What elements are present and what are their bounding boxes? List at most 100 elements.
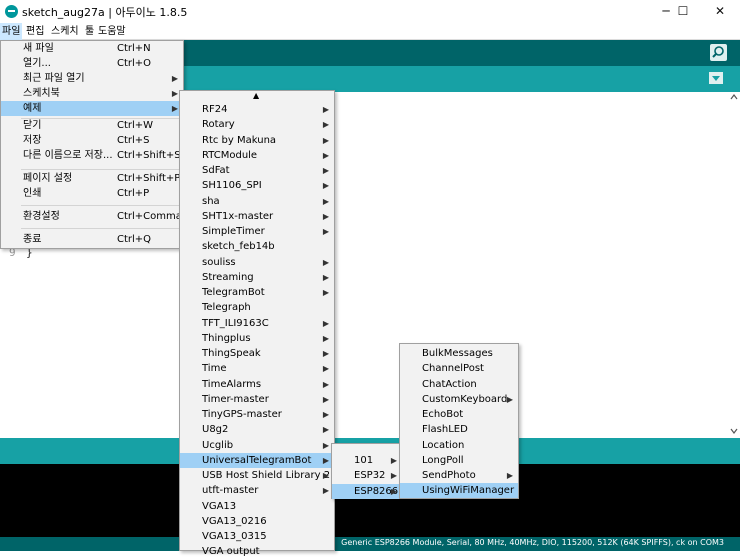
file-menu-item[interactable]: 닫기 Ctrl+W <box>1 118 183 133</box>
examples-menu-item[interactable]: RF24 ▶ <box>180 102 334 117</box>
submenu-arrow-icon: ▶ <box>322 120 329 130</box>
menu-item-label: VGA13 <box>202 500 237 512</box>
esp8266-menu-item[interactable]: LongPoll <box>400 453 518 468</box>
esp8266-menu-item[interactable]: Location <box>400 438 518 453</box>
examples-menu-item[interactable]: utft-master ▶ <box>180 483 334 498</box>
examples-menu-item[interactable]: VGA13 <box>180 499 334 514</box>
examples-menu-item[interactable]: ThingSpeak ▶ <box>180 346 334 361</box>
submenu-arrow-icon: ▶ <box>322 394 329 404</box>
examples-menu-item[interactable]: Ucglib ▶ <box>180 438 334 453</box>
examples-menu-item[interactable]: SdFat ▶ <box>180 163 334 178</box>
examples-menu-item[interactable]: U8g2 ▶ <box>180 422 334 437</box>
utb-menu-item[interactable]: ESP8266 ▶ <box>332 483 402 499</box>
menu-item-label: TelegramBot <box>202 287 265 298</box>
menu-item-label: 페이지 설정 <box>23 173 73 184</box>
esp8266-menu-item[interactable]: ChannelPost <box>400 361 518 376</box>
menu-item-label: 스케치북 <box>23 88 60 99</box>
examples-menu-item[interactable]: UniversalTelegramBot ▶ <box>180 452 334 468</box>
menu-item-label: 다른 이름으로 저장... <box>23 150 113 161</box>
menu-file[interactable]: 파일 <box>0 23 23 40</box>
file-menu-item[interactable]: 페이지 설정 Ctrl+Shift+P <box>1 171 183 186</box>
menu-item-label: souliss <box>202 256 236 268</box>
menu-item-label: 인쇄 <box>23 188 42 199</box>
file-menu-item[interactable]: 종료 Ctrl+Q <box>1 232 183 247</box>
menu-item-label: RTCModule <box>202 149 258 161</box>
examples-menu-item[interactable]: souliss ▶ <box>180 255 334 270</box>
close-button[interactable]: ✕ <box>702 0 738 23</box>
menu-edit[interactable]: 편집 <box>24 23 46 40</box>
examples-menu-item[interactable]: Timer-master ▶ <box>180 392 334 407</box>
serial-monitor-button[interactable] <box>710 44 727 61</box>
menu-item-label: sha <box>202 195 220 207</box>
scroll-up-arrow-icon[interactable]: ▲ <box>253 91 259 100</box>
examples-menu-item[interactable]: TelegramBot ▶ <box>180 285 334 300</box>
esp8266-menu-item[interactable]: EchoBot <box>400 407 518 422</box>
menu-item-label: TimeAlarms <box>202 378 262 390</box>
status-footer: Generic ESP8266 Module, Serial, 80 MHz, … <box>0 537 740 551</box>
submenu-arrow-icon: ▶ <box>171 89 178 98</box>
menu-item-label: 저장 <box>23 135 42 146</box>
menu-item-shortcut: Ctrl+P <box>117 188 150 199</box>
esp8266-menu-item[interactable]: ChatAction <box>400 377 518 392</box>
universaltelegrambot-submenu: 101 ▶ ESP32 ▶ ESP8266 ▶ <box>331 443 403 499</box>
examples-menu-item[interactable]: USB Host Shield Library 2.0 ▶ <box>180 468 340 483</box>
menu-item-shortcut: Ctrl+Comma <box>117 211 182 222</box>
examples-menu-item[interactable]: TFT_ILI9163C ▶ <box>180 316 334 331</box>
maximize-button[interactable]: ☐ <box>665 0 701 23</box>
menu-sketch[interactable]: 스케치 <box>49 23 81 40</box>
esp8266-submenu: BulkMessages ChannelPost ChatAction CustomK… <box>399 343 519 499</box>
examples-menu-item[interactable]: Thingplus ▶ <box>180 331 334 346</box>
menu-item-label: SdFat <box>202 165 230 176</box>
submenu-arrow-icon: ▶ <box>322 379 329 389</box>
examples-menu-item[interactable]: sketch_feb14b <box>180 239 334 254</box>
examples-menu-item[interactable]: Rotary ▶ <box>180 117 334 132</box>
submenu-arrow-icon: ▶ <box>322 440 329 450</box>
examples-menu-item[interactable]: VGA13_0315 <box>180 529 334 544</box>
examples-menu-item[interactable]: TimeAlarms ▶ <box>180 377 334 392</box>
examples-menu-item[interactable]: RTCModule ▶ <box>180 148 334 163</box>
examples-menu-item[interactable]: SH1106_SPI ▶ <box>180 178 334 193</box>
file-menu-item[interactable]: 열기... Ctrl+O <box>1 56 183 71</box>
examples-menu-item[interactable]: Streaming ▶ <box>180 270 334 285</box>
file-menu-item[interactable]: 환경설정 Ctrl+Comma <box>1 209 183 224</box>
file-menu-item[interactable]: 다른 이름으로 저장... Ctrl+Shift+S <box>1 148 183 163</box>
esp8266-menu-item[interactable]: BulkMessages <box>400 346 518 361</box>
examples-menu-item[interactable]: SimpleTimer ▶ <box>180 224 334 239</box>
file-menu-item[interactable]: 새 파일 Ctrl+N <box>1 41 183 56</box>
submenu-arrow-icon: ▶ <box>171 104 178 113</box>
menu-item-label: UniversalTelegramBot <box>202 454 312 466</box>
esp8266-menu-item[interactable]: CustomKeyboard ▶ <box>400 392 518 407</box>
examples-menu-item[interactable]: Rtc by Makuna ▶ <box>180 133 334 148</box>
menu-item-label: Ucglib <box>202 439 234 451</box>
examples-menu-item[interactable]: TinyGPS-master ▶ <box>180 407 334 422</box>
menu-help[interactable]: 도움말 <box>96 23 128 40</box>
menu-tools[interactable]: 툴 <box>83 23 96 40</box>
tab-dropdown-button[interactable] <box>709 72 723 84</box>
utb-menu-item[interactable]: ESP32 ▶ <box>332 468 402 483</box>
menu-separator <box>21 169 181 170</box>
examples-menu-item[interactable]: Time ▶ <box>180 361 334 376</box>
file-menu-item[interactable]: 스케치북 ▶ <box>1 86 183 101</box>
scroll-up-arrow-icon[interactable] <box>728 92 740 102</box>
examples-menu-item[interactable]: VGA output <box>180 544 334 559</box>
esp8266-menu-item[interactable]: SendPhoto ▶ <box>400 468 518 483</box>
esp8266-menu-item[interactable]: UsingWiFiManager <box>400 483 518 499</box>
menu-item-label: Location <box>422 439 465 451</box>
file-menu-item[interactable]: 저장 Ctrl+S <box>1 133 183 148</box>
submenu-arrow-icon: ▶ <box>390 486 397 496</box>
file-menu-item[interactable]: 인쇄 Ctrl+P <box>1 186 183 201</box>
esp8266-menu-item[interactable]: FlashLED <box>400 422 518 437</box>
file-menu-item[interactable]: 최근 파일 열기 ▶ <box>1 71 183 86</box>
utb-menu-item[interactable]: 101 ▶ <box>332 453 402 468</box>
examples-menu-item[interactable]: SHT1x-master ▶ <box>180 209 334 224</box>
scroll-down-arrow-icon[interactable] <box>728 426 740 436</box>
menu-item-label: Thingplus <box>202 332 251 344</box>
submenu-arrow-icon: ▶ <box>322 471 329 480</box>
file-menu-item-examples[interactable]: 예제 ▶ <box>1 101 183 116</box>
menu-item-label: Rtc by Makuna <box>202 134 277 146</box>
examples-menu-item[interactable]: sha ▶ <box>180 194 334 209</box>
examples-menu-item[interactable]: VGA13_0216 <box>180 514 334 529</box>
menu-item-label: SH1106_SPI <box>202 180 262 192</box>
submenu-arrow-icon: ▶ <box>322 166 329 175</box>
examples-menu-item[interactable]: Telegraph <box>180 300 334 315</box>
